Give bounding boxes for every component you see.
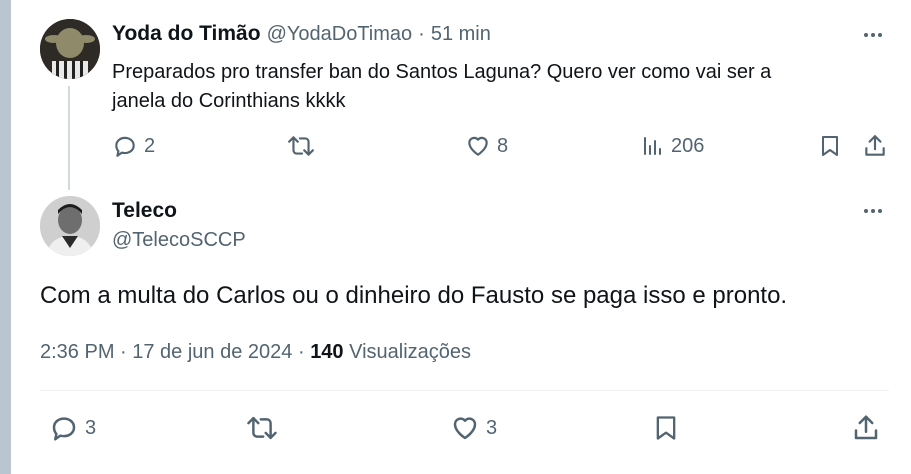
tweet-metadata: 2:36 PM · 17 de jun de 2024 · 140 Visual… [40, 341, 471, 364]
bookmark-icon [822, 136, 838, 156]
heart-icon [468, 136, 488, 156]
bookmark-icon [656, 416, 676, 440]
like-button[interactable]: 3 [450, 413, 497, 443]
avatar[interactable] [40, 19, 100, 79]
like-count: 3 [486, 416, 498, 439]
tweet-text: Preparados pro transfer ban do Santos La… [112, 58, 892, 116]
reply-button[interactable]: 3 [49, 413, 96, 443]
bookmark-button[interactable] [818, 133, 842, 159]
reply-button[interactable]: 2 [112, 133, 155, 159]
more-options-button[interactable] [864, 33, 882, 37]
avatar[interactable] [40, 196, 100, 256]
like-count: 8 [497, 134, 509, 157]
tweet-text-line-2: janela do Corinthians kkkk [112, 90, 346, 112]
views-count: 206 [671, 134, 705, 157]
reply-icon [115, 136, 135, 157]
heart-icon [453, 417, 477, 440]
reply-count: 3 [85, 416, 97, 439]
tweet-time[interactable]: 51 min [431, 23, 491, 46]
retweet-button[interactable] [246, 413, 284, 443]
retweet-button[interactable] [287, 133, 321, 159]
share-icon [865, 135, 885, 156]
retweet-icon [288, 136, 314, 156]
analytics-icon [644, 137, 661, 155]
tweet-timestamp[interactable]: 2:36 PM · 17 de jun de 2024 · [40, 341, 305, 363]
views-button[interactable]: 206 [641, 133, 704, 159]
author-handle[interactable]: @YodaDoTimao [267, 23, 413, 46]
views-label[interactable]: Visualizações [349, 341, 471, 363]
reply-count: 2 [144, 134, 156, 157]
bookmark-button[interactable] [652, 413, 680, 443]
thread-connector-line [68, 86, 70, 190]
views-count[interactable]: 140 [310, 341, 343, 363]
author-name[interactable]: Yoda do Timão [112, 22, 261, 46]
reply-icon [52, 417, 76, 441]
share-button[interactable] [862, 133, 888, 159]
separator-dot: · [418, 22, 425, 45]
more-options-button[interactable] [864, 209, 882, 213]
retweet-icon [247, 416, 277, 440]
author-handle[interactable]: @TelecoSCCP [112, 229, 246, 252]
author-name[interactable]: Teleco [112, 199, 177, 223]
share-button[interactable] [851, 413, 881, 443]
share-icon [854, 415, 878, 440]
tweet-text: Com a multa do Carlos ou o dinheiro do F… [40, 282, 788, 309]
like-button[interactable]: 8 [465, 133, 508, 159]
divider [40, 390, 889, 391]
window-left-edge [0, 0, 11, 474]
tweet-text-line-1: Preparados pro transfer ban do Santos La… [112, 61, 772, 83]
